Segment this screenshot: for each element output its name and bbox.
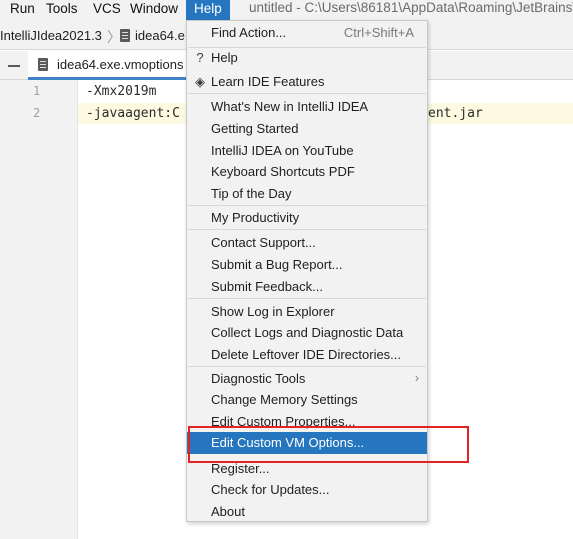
menu-item-delete-leftover-dirs[interactable]: Delete Leftover IDE Directories... — [187, 344, 427, 366]
menu-item-whats-new[interactable]: What's New in IntelliJ IDEA — [187, 96, 427, 118]
menu-item-check-for-updates[interactable]: Check for Updates... — [187, 479, 427, 501]
menu-item-submit-bug-report[interactable]: Submit a Bug Report... — [187, 254, 427, 276]
menu-item-learn-ide-features[interactable]: ◈ Learn IDE Features — [187, 71, 427, 93]
code-line: -javaagent:C — [86, 106, 180, 121]
menu-item-label: Change Memory Settings — [211, 392, 358, 407]
menu-window[interactable]: Window — [130, 0, 178, 22]
menu-item-label: Register... — [211, 461, 270, 476]
menu-item-label: Delete Leftover IDE Directories... — [211, 347, 402, 362]
chevron-right-icon: 〉 — [107, 29, 121, 45]
menu-run[interactable]: Run — [10, 0, 35, 22]
menu-item-keyboard-shortcuts-pdf[interactable]: Keyboard Shortcuts PDF — [187, 161, 427, 183]
menu-item-help[interactable]: ? Help — [187, 47, 427, 69]
menu-item-label: Collect Logs and Diagnostic Data — [211, 325, 404, 340]
menu-item-label: IntelliJ IDEA on YouTube — [211, 143, 354, 158]
question-icon: ? — [196, 50, 204, 65]
menu-tools[interactable]: Tools — [46, 0, 78, 22]
menu-separator — [188, 205, 426, 206]
menu-item-label: Show Log in Explorer — [211, 304, 335, 319]
menu-item-show-log[interactable]: Show Log in Explorer — [187, 301, 427, 323]
graduation-cap-icon: ◈ — [195, 74, 205, 89]
menu-item-label: Keyboard Shortcuts PDF — [211, 164, 355, 179]
menu-item-contact-support[interactable]: Contact Support... — [187, 232, 427, 254]
line-number: 2 — [33, 106, 41, 120]
tab-label: idea64.exe.vmoptions — [57, 57, 184, 72]
menu-item-youtube[interactable]: IntelliJ IDEA on YouTube — [187, 140, 427, 162]
menu-help[interactable]: Help — [186, 0, 230, 22]
menu-item-label: Getting Started — [211, 121, 299, 136]
menu-item-diagnostic-tools[interactable]: Diagnostic Tools › — [187, 368, 427, 390]
code-line: -Xmx2019m — [86, 84, 157, 99]
menu-separator — [188, 229, 426, 230]
menu-item-submit-feedback[interactable]: Submit Feedback... — [187, 276, 427, 298]
code-line-tail: ent.jar — [428, 106, 483, 121]
menu-item-label: About — [211, 504, 245, 519]
menu-item-my-productivity[interactable]: My Productivity — [187, 207, 427, 229]
file-icon — [120, 29, 130, 42]
menu-bar: Run Tools VCS Window Help untitled - C:\… — [0, 0, 573, 22]
menu-separator — [188, 298, 426, 299]
menu-item-label: Find Action... — [211, 25, 287, 40]
menu-item-label: Submit a Bug Report... — [211, 257, 343, 272]
menu-separator — [188, 366, 426, 367]
window-title: untitled - C:\Users\86181\AppData\Roamin… — [249, 0, 573, 15]
menu-item-collect-logs[interactable]: Collect Logs and Diagnostic Data — [187, 322, 427, 344]
menu-item-change-memory-settings[interactable]: Change Memory Settings — [187, 389, 427, 411]
menu-item-about[interactable]: About — [187, 501, 427, 523]
menu-vcs[interactable]: VCS — [93, 0, 121, 22]
menu-item-label: Learn IDE Features — [211, 74, 325, 89]
collapse-icon[interactable] — [8, 65, 20, 67]
menu-item-tip-of-the-day[interactable]: Tip of the Day — [187, 183, 427, 205]
menu-item-shortcut: Ctrl+Shift+A — [343, 25, 414, 40]
menu-item-label: Diagnostic Tools — [211, 371, 306, 386]
menu-item-find-action[interactable]: Find Action... Ctrl+Shift+A — [187, 22, 427, 44]
menu-item-label: What's New in IntelliJ IDEA — [211, 99, 369, 114]
annotation-highlight-box — [188, 426, 469, 463]
breadcrumb-item-file[interactable]: idea64.e — [135, 28, 185, 43]
menu-item-label: Contact Support... — [211, 235, 316, 250]
menu-separator — [188, 93, 426, 94]
line-number: 1 — [33, 84, 41, 98]
menu-item-label: Help — [211, 50, 238, 65]
menu-item-label: Check for Updates... — [211, 482, 330, 497]
menu-item-label: Tip of the Day — [211, 186, 292, 201]
menu-item-getting-started[interactable]: Getting Started — [187, 118, 427, 140]
file-icon — [38, 58, 48, 71]
menu-item-label: Submit Feedback... — [211, 279, 323, 294]
line-gutter — [0, 80, 78, 539]
chevron-right-icon: › — [415, 371, 419, 385]
tab-vmoptions[interactable]: idea64.exe.vmoptions — [28, 51, 198, 80]
menu-item-label: My Productivity — [211, 210, 300, 225]
breadcrumb-item-folder[interactable]: IntelliJIdea2021.3 — [0, 28, 102, 43]
